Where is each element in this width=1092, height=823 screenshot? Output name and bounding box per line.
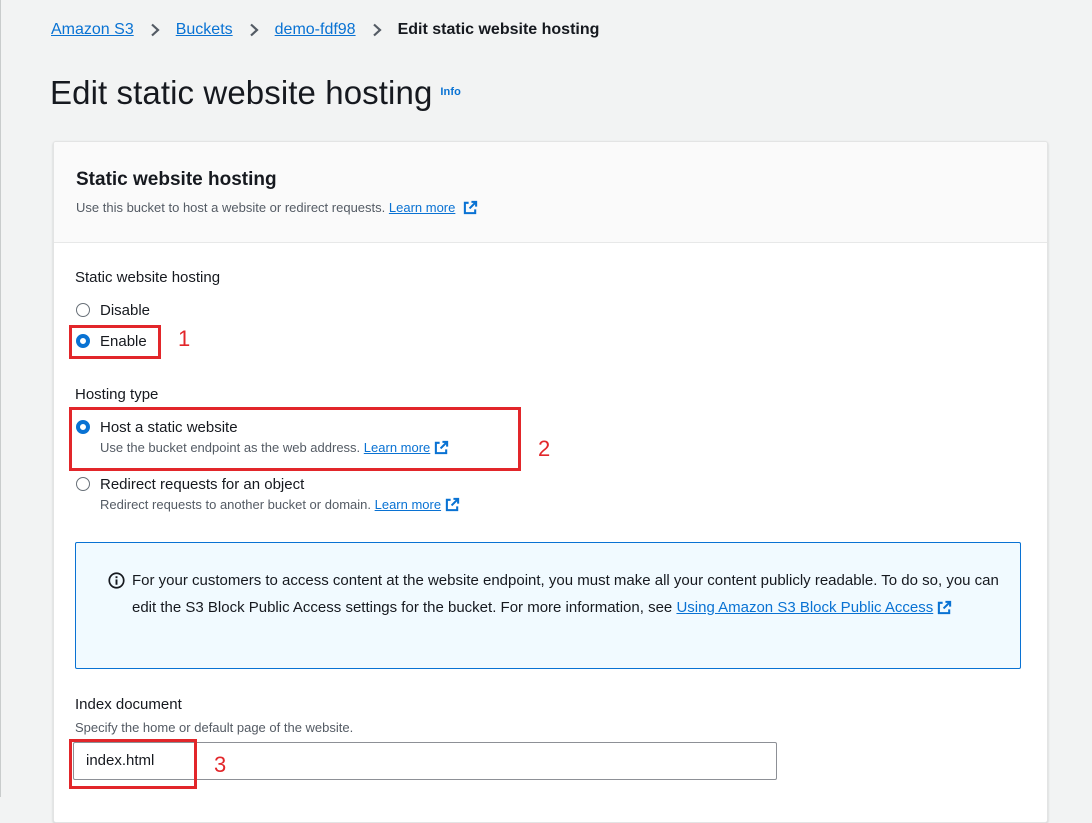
info-link[interactable]: Info	[440, 86, 461, 98]
left-border	[0, 0, 1, 797]
option-description-text: Redirect requests to another bucket or d…	[100, 497, 371, 512]
annotation-box-3	[69, 739, 197, 789]
panel-header: Static website hosting Use this bucket t…	[54, 142, 1047, 243]
hosting-type-label: Hosting type	[75, 386, 159, 403]
chevron-right-icon	[249, 23, 259, 37]
breadcrumb-bucket-name[interactable]: demo-fdf98	[275, 21, 356, 39]
external-link-icon	[445, 497, 460, 512]
block-public-access-link[interactable]: Using Amazon S3 Block Public Access	[676, 599, 933, 616]
annotation-number-3: 3	[214, 752, 227, 777]
option-description: Redirect requests to another bucket or d…	[100, 495, 460, 514]
panel-description-text: Use this bucket to host a website or red…	[76, 200, 386, 215]
external-link-icon	[463, 200, 478, 215]
chevron-right-icon	[372, 23, 382, 37]
index-document-description: Specify the home or default page of the …	[75, 720, 354, 735]
radio-button[interactable]	[76, 303, 90, 317]
panel-title: Static website hosting	[76, 169, 277, 190]
option-title: Redirect requests for an object	[100, 476, 305, 493]
annotation-box-1	[69, 325, 161, 359]
radio-redirect-label: Redirect requests for an object Redirect…	[100, 475, 460, 514]
external-link-icon	[938, 600, 952, 615]
static-hosting-panel: Static website hosting Use this bucket t…	[53, 141, 1048, 823]
annotation-box-2	[69, 407, 521, 471]
annotation-number-2: 2	[538, 436, 551, 461]
annotation-number-1: 1	[178, 326, 191, 351]
hosting-label: Static website hosting	[75, 269, 221, 286]
radio-disable-label: Disable	[100, 302, 151, 319]
radio-redirect-requests[interactable]: Redirect requests for an object Redirect…	[76, 475, 460, 514]
chevron-right-icon	[150, 23, 160, 37]
index-document-label: Index document	[75, 696, 182, 713]
radio-button[interactable]	[76, 477, 90, 491]
info-icon	[108, 572, 125, 589]
panel-description: Use this bucket to host a website or red…	[76, 200, 478, 215]
breadcrumb-buckets[interactable]: Buckets	[176, 21, 233, 39]
page-title-text: Edit static website hosting	[50, 74, 433, 111]
info-alert: For your customers to access content at …	[75, 542, 1021, 669]
alert-text: For your customers to access content at …	[132, 567, 1002, 621]
breadcrumb-current: Edit static website hosting	[397, 21, 600, 38]
page-title: Edit static website hosting Info	[50, 74, 461, 112]
learn-more-link[interactable]: Learn more	[375, 497, 441, 512]
breadcrumb: Amazon S3 Buckets demo-fdf98 Edit static…	[51, 21, 599, 39]
radio-disable[interactable]: Disable	[76, 301, 150, 320]
breadcrumb-amazon-s3[interactable]: Amazon S3	[51, 21, 134, 39]
learn-more-link[interactable]: Learn more	[389, 200, 455, 215]
